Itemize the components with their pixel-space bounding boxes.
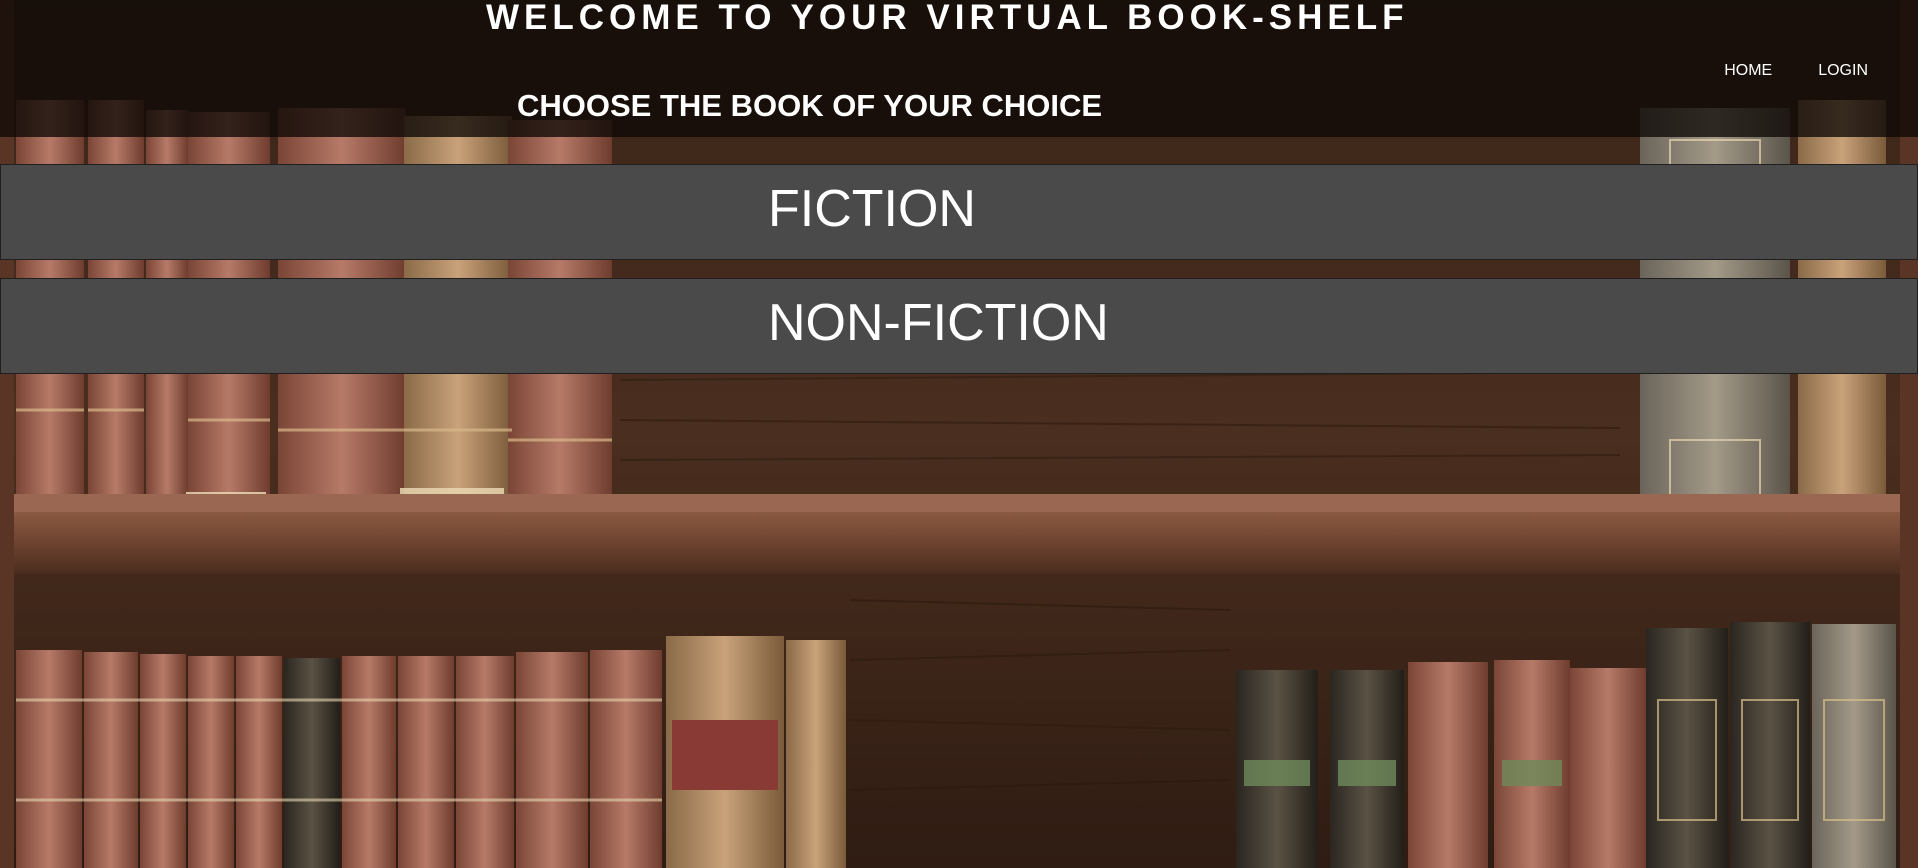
page: WELCOME TO YOUR VIRTUAL BOOK-SHELF CHOOS… bbox=[0, 0, 1918, 868]
page-subtitle: CHOOSE THE BOOK OF YOUR CHOICE bbox=[517, 88, 1103, 123]
top-nav: HOME LOGIN bbox=[1724, 62, 1868, 80]
category-fiction-button[interactable]: FICTION bbox=[0, 164, 1918, 260]
nav-link-login[interactable]: LOGIN bbox=[1818, 62, 1868, 80]
site-title: WELCOME TO YOUR VIRTUAL BOOK-SHELF bbox=[486, 0, 1409, 37]
category-nonfiction-button[interactable]: NON-FICTION bbox=[0, 278, 1918, 374]
category-nonfiction-label: NON-FICTION bbox=[768, 294, 1109, 352]
category-fiction-label: FICTION bbox=[768, 180, 976, 238]
nav-link-home[interactable]: HOME bbox=[1724, 62, 1772, 80]
